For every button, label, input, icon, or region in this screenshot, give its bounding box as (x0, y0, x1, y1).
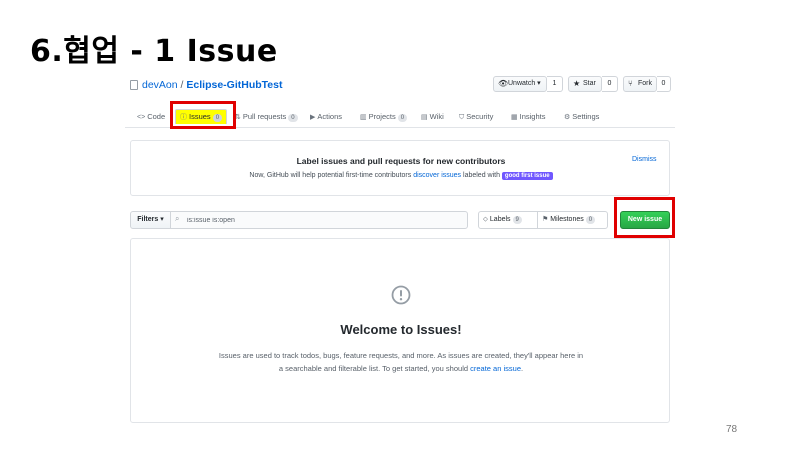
repo-path-separator: / (180, 79, 184, 91)
tab-label: Security (466, 112, 494, 121)
tab-code[interactable]: <> Code (137, 112, 165, 121)
tag-icon: ⬦ (483, 216, 488, 223)
blankslate-line-1: Issues are used to track todos, bugs, fe… (218, 351, 584, 360)
tab-pull-requests[interactable]: ⇅ Pull requests 0 (235, 112, 298, 122)
tab-security[interactable]: ⛉ Security (459, 112, 493, 122)
issue-search-input[interactable] (187, 214, 457, 226)
code-icon: <> (137, 114, 146, 121)
banner-title: Label issues and pull requests for new c… (296, 156, 506, 166)
tab-label: Issues (189, 112, 211, 121)
repo-path: devAon / Eclipse-GitHubTest (142, 79, 282, 91)
blankslate-line-2: a searchable and filterable list. To get… (131, 362, 671, 375)
milestones-label: Milestones (550, 216, 584, 223)
star-label: Star (583, 80, 596, 87)
project-icon: ▥ (360, 114, 367, 121)
fork-label: Fork (638, 80, 652, 87)
tab-count: 0 (288, 114, 298, 122)
tab-settings[interactable]: ⚙ Settings (564, 112, 599, 121)
tab-label: Projects (368, 112, 396, 121)
blankslate-line-2-before: a searchable and filterable list. To get… (278, 364, 471, 373)
eye-icon: 👁 (498, 79, 509, 88)
blankslate-line-2-after: . (521, 364, 524, 373)
unwatch-label: Unwatch ▾ (508, 80, 541, 87)
shield-icon: ⛉ (459, 114, 465, 121)
tab-label: Actions (317, 112, 342, 121)
dismiss-link[interactable]: Dismiss (632, 156, 657, 163)
repo-name-link[interactable]: Eclipse-GitHubTest (186, 79, 282, 91)
banner-text: Now, GitHub will help potential first-ti… (131, 172, 671, 180)
tab-count: 0 (397, 114, 408, 122)
blankslate-text: Issues are used to track todos, bugs, fe… (131, 349, 671, 375)
tab-issues[interactable]: ⓘ Issues 0 (175, 109, 228, 124)
create-issue-link[interactable]: create an issue (470, 364, 521, 373)
graph-icon: ▦ (511, 114, 518, 121)
issue-icon: ⓘ (180, 114, 187, 121)
book-icon: ▤ (421, 114, 428, 121)
filters-dropdown[interactable]: Filters ▾ (130, 211, 171, 229)
repo-icon (130, 80, 138, 90)
tab-projects[interactable]: ▥ Projects 0 (360, 112, 408, 122)
github-screenshot: devAon / Eclipse-GitHubTest 👁 Unwatch ▾ … (125, 70, 675, 425)
milestones-button[interactable]: ⚑ Milestones 0 (537, 211, 608, 229)
repo-header: devAon / Eclipse-GitHubTest 👁 Unwatch ▾ … (125, 70, 675, 100)
fork-icon: ⑂ (628, 79, 633, 88)
play-icon: ▶ (310, 114, 316, 121)
milestones-count: 0 (585, 216, 596, 224)
blankslate-title: Welcome to Issues! (340, 322, 462, 337)
discover-issues-link[interactable]: discover issues (413, 172, 461, 179)
issue-opened-icon (391, 285, 411, 305)
tab-count: 0 (212, 114, 223, 122)
page-number: 78 (726, 424, 738, 435)
tab-wiki[interactable]: ▤ Wiki (421, 112, 444, 121)
star-icon: ★ (573, 79, 581, 88)
tab-label: Settings (572, 112, 600, 121)
tab-label: Insights (519, 112, 546, 121)
tab-actions[interactable]: ▶ Actions (310, 112, 342, 121)
tab-insights[interactable]: ▦ Insights (511, 112, 545, 121)
milestone-icon: ⚑ (542, 216, 549, 223)
tab-label: Pull requests (242, 112, 287, 121)
banner-text-before: Now, GitHub will help potential first-ti… (249, 172, 414, 179)
pull-request-icon: ⇅ (235, 114, 241, 121)
labels-count: 9 (512, 216, 522, 224)
banner-text-after: labeled with (461, 172, 502, 179)
issue-search: ⌕ (170, 211, 468, 229)
tab-label: Wiki (429, 112, 444, 121)
labels-label: Labels (489, 216, 511, 223)
repo-owner-link[interactable]: devAon (142, 79, 178, 91)
contributor-banner: Label issues and pull requests for new c… (130, 140, 670, 196)
good-first-issue-label: good first issue (501, 172, 553, 180)
tab-label: Code (147, 112, 166, 121)
star-count[interactable]: 0 (602, 76, 618, 92)
fork-button[interactable]: ⑂ Fork (623, 76, 657, 92)
labels-button[interactable]: ⬦ Labels 9 (478, 211, 538, 229)
watch-count[interactable]: 1 (547, 76, 563, 92)
fork-count[interactable]: 0 (657, 76, 671, 92)
repo-tabs: <> Code ⓘ Issues 0 ⇅ Pull requests 0 ▶ Actions… (125, 106, 675, 128)
star-button[interactable]: ★ Star (568, 76, 602, 92)
unwatch-button[interactable]: 👁 Unwatch ▾ (493, 76, 547, 92)
slide-title: 6.협업 - 1 Issue (30, 34, 278, 69)
issues-blankslate: Welcome to Issues! Issues are used to tr… (130, 238, 670, 423)
gear-icon: ⚙ (564, 114, 571, 121)
new-issue-button[interactable]: New issue (620, 211, 670, 229)
search-icon: ⌕ (175, 214, 180, 223)
